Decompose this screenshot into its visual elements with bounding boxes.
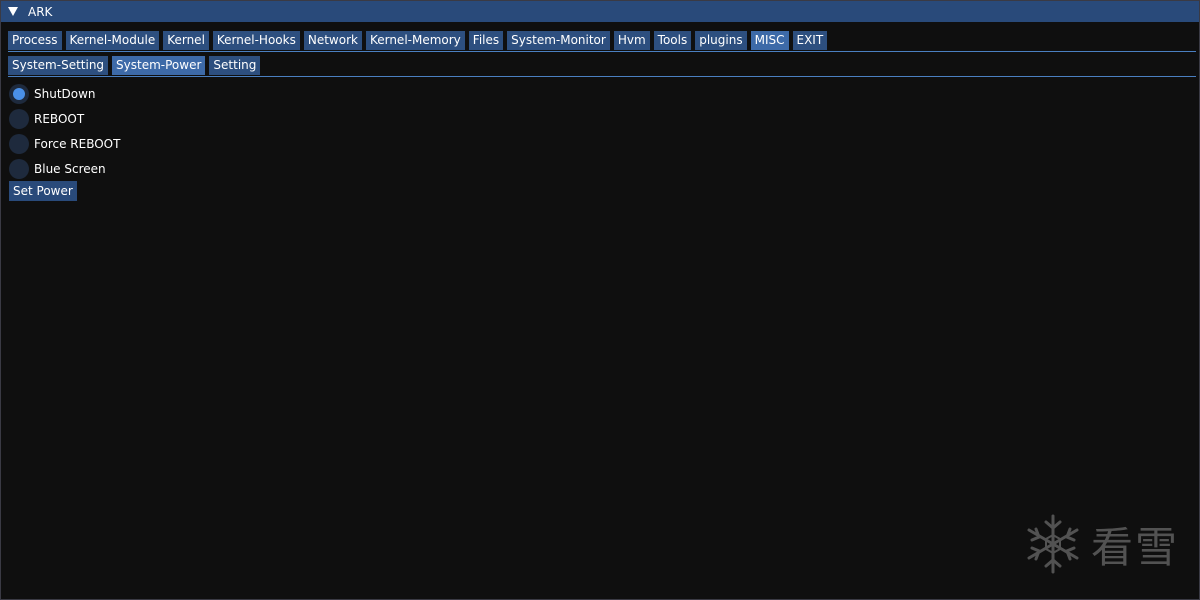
radio-force-reboot[interactable]: Force REBOOT bbox=[9, 131, 120, 156]
watermark: 看雪 bbox=[1023, 513, 1179, 575]
radio-button[interactable] bbox=[9, 158, 29, 179]
radio-shutdown[interactable]: ShutDown bbox=[9, 81, 120, 106]
radio-reboot[interactable]: REBOOT bbox=[9, 106, 120, 131]
radio-blue-screen[interactable]: Blue Screen bbox=[9, 156, 120, 181]
tab-plugins[interactable]: plugins bbox=[695, 31, 747, 50]
tab-misc[interactable]: MISC bbox=[750, 31, 789, 50]
radio-button[interactable] bbox=[9, 108, 29, 129]
tab-kernel-module[interactable]: Kernel-Module bbox=[65, 31, 160, 50]
tab-tools[interactable]: Tools bbox=[653, 31, 692, 50]
radio-label: ShutDown bbox=[34, 86, 96, 101]
watermark-text: 看雪 bbox=[1090, 522, 1179, 572]
snowflake-icon bbox=[1027, 514, 1079, 574]
tab-system-power[interactable]: System-Power bbox=[112, 56, 206, 75]
tab-hvm[interactable]: Hvm bbox=[613, 31, 650, 50]
radio-button[interactable] bbox=[9, 83, 29, 104]
set-power-button[interactable]: Set Power bbox=[9, 181, 77, 201]
tab-setting[interactable]: Setting bbox=[209, 56, 261, 75]
collapse-arrow-icon[interactable] bbox=[8, 7, 18, 16]
tab-kernel-hooks[interactable]: Kernel-Hooks bbox=[212, 31, 300, 50]
tab-system-monitor[interactable]: System-Monitor bbox=[507, 31, 610, 50]
tab-system-setting[interactable]: System-Setting bbox=[8, 56, 109, 75]
sub-tab-bar: System-Setting System-Power Setting bbox=[8, 56, 1196, 77]
tab-process[interactable]: Process bbox=[8, 31, 62, 50]
radio-selected-dot bbox=[13, 87, 25, 100]
radio-button[interactable] bbox=[9, 133, 29, 154]
tab-kernel[interactable]: Kernel bbox=[163, 31, 209, 50]
radio-label: REBOOT bbox=[34, 111, 85, 126]
radio-label: Force REBOOT bbox=[34, 136, 121, 151]
tab-exit[interactable]: EXIT bbox=[792, 31, 828, 50]
main-tab-bar: Process Kernel-Module Kernel Kernel-Hook… bbox=[8, 31, 1196, 52]
window-title: ARK bbox=[28, 4, 53, 19]
title-bar[interactable]: ARK bbox=[1, 1, 1199, 22]
tab-kernel-memory[interactable]: Kernel-Memory bbox=[365, 31, 465, 50]
tab-network[interactable]: Network bbox=[303, 31, 362, 50]
tab-files[interactable]: Files bbox=[468, 31, 504, 50]
radio-label: Blue Screen bbox=[34, 161, 106, 176]
ark-window: ARK Process Kernel-Module Kernel Kernel-… bbox=[0, 0, 1200, 600]
power-option-group: ShutDown REBOOT Force REBOOT Blue Screen bbox=[9, 81, 120, 181]
